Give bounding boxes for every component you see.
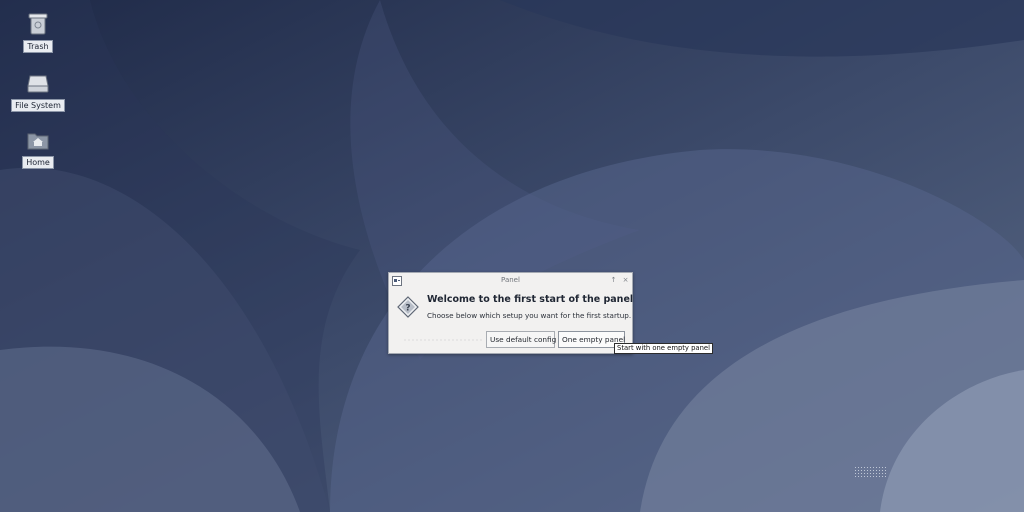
dialog-titlebar[interactable]: Panel ↑ ×	[389, 273, 632, 289]
dialog-subtitle: Choose below which setup you want for th…	[427, 311, 632, 320]
trash-icon	[26, 12, 50, 36]
desktop-corner-grip	[854, 466, 886, 478]
desktop-icon-home[interactable]: Home	[10, 128, 66, 169]
desktop-icon-label: Trash	[23, 40, 53, 53]
question-diamond-icon: ?	[397, 296, 419, 318]
drive-icon	[26, 71, 50, 95]
desktop-icon-file-system[interactable]: File System	[10, 71, 66, 112]
dialog-separator	[403, 339, 483, 341]
desktop: Trash File System Home Panel ↑ × ? Welco…	[0, 0, 1024, 512]
maximize-button[interactable]: ↑	[609, 276, 618, 285]
desktop-icon-label: Home	[22, 156, 54, 169]
desktop-icon-trash[interactable]: Trash	[10, 12, 66, 53]
desktop-wallpaper	[0, 0, 1024, 512]
svg-text:?: ?	[405, 304, 410, 314]
close-button[interactable]: ×	[621, 276, 630, 285]
use-default-config-button[interactable]: Use default config	[486, 331, 556, 348]
dialog-title: Panel	[501, 276, 520, 284]
dialog-heading: Welcome to the first start of the panel	[427, 294, 634, 305]
home-folder-icon	[26, 128, 50, 152]
desktop-icon-label: File System	[11, 99, 65, 112]
panel-welcome-dialog: Panel ↑ × ? Welcome to the first start o…	[388, 272, 633, 354]
tooltip: Start with one empty panel	[614, 343, 713, 354]
